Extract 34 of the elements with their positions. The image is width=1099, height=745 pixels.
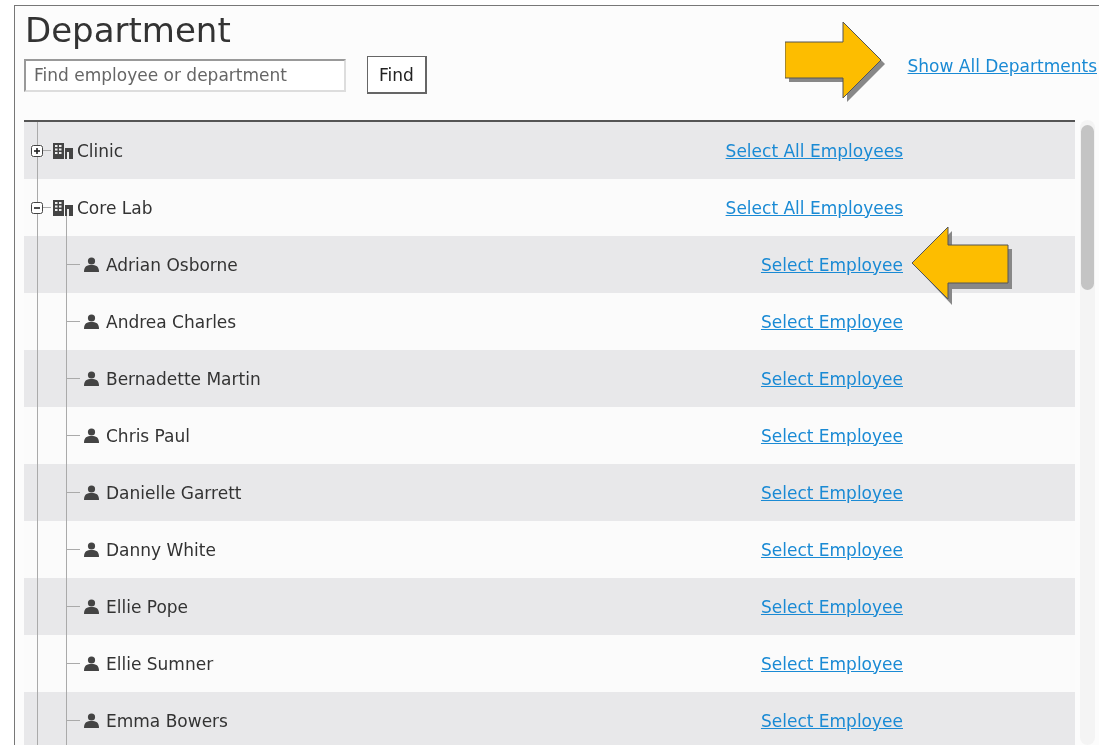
- department-name[interactable]: Clinic: [77, 140, 726, 161]
- employee-name[interactable]: Danny White: [106, 539, 761, 560]
- expander-icon[interactable]: [31, 201, 43, 214]
- person-icon: [84, 485, 99, 500]
- person-icon: [84, 542, 99, 557]
- expander-icon[interactable]: [31, 144, 43, 157]
- show-all-departments-link[interactable]: Show All Departments: [907, 56, 1097, 76]
- employee-name[interactable]: Bernadette Martin: [106, 368, 761, 389]
- select-employee-link[interactable]: Select Employee: [760, 539, 903, 560]
- person-icon: [84, 656, 99, 671]
- search-field[interactable]: Find employee or department: [24, 58, 346, 92]
- person-icon: [84, 599, 99, 614]
- find-button[interactable]: Find: [367, 56, 427, 94]
- department-name[interactable]: Core Lab: [77, 197, 726, 218]
- employee-name[interactable]: Emma Bowers: [106, 710, 761, 731]
- select-employee-link[interactable]: Select Employee: [760, 311, 903, 332]
- employee-name[interactable]: Adrian Osborne: [106, 254, 761, 275]
- employee-name[interactable]: Chris Paul: [106, 425, 761, 446]
- person-icon: [84, 371, 99, 386]
- select-employee-link[interactable]: Select Employee: [760, 653, 903, 674]
- person-icon: [84, 314, 99, 329]
- building-icon: [53, 199, 73, 216]
- employee-name[interactable]: Ellie Sumner: [106, 653, 761, 674]
- person-icon: [84, 713, 99, 728]
- building-icon: [53, 142, 73, 159]
- scrollbar[interactable]: [1080, 120, 1095, 745]
- employee-name[interactable]: Andrea Charles: [106, 311, 761, 332]
- person-icon: [84, 257, 99, 272]
- employee-name[interactable]: Ellie Pope: [106, 596, 761, 617]
- select-all-link[interactable]: Select All Employees: [725, 197, 903, 218]
- person-icon: [84, 428, 99, 443]
- page-title: Department: [25, 9, 232, 52]
- employee-name[interactable]: Danielle Garrett: [106, 482, 761, 503]
- select-employee-link[interactable]: Select Employee: [760, 425, 903, 446]
